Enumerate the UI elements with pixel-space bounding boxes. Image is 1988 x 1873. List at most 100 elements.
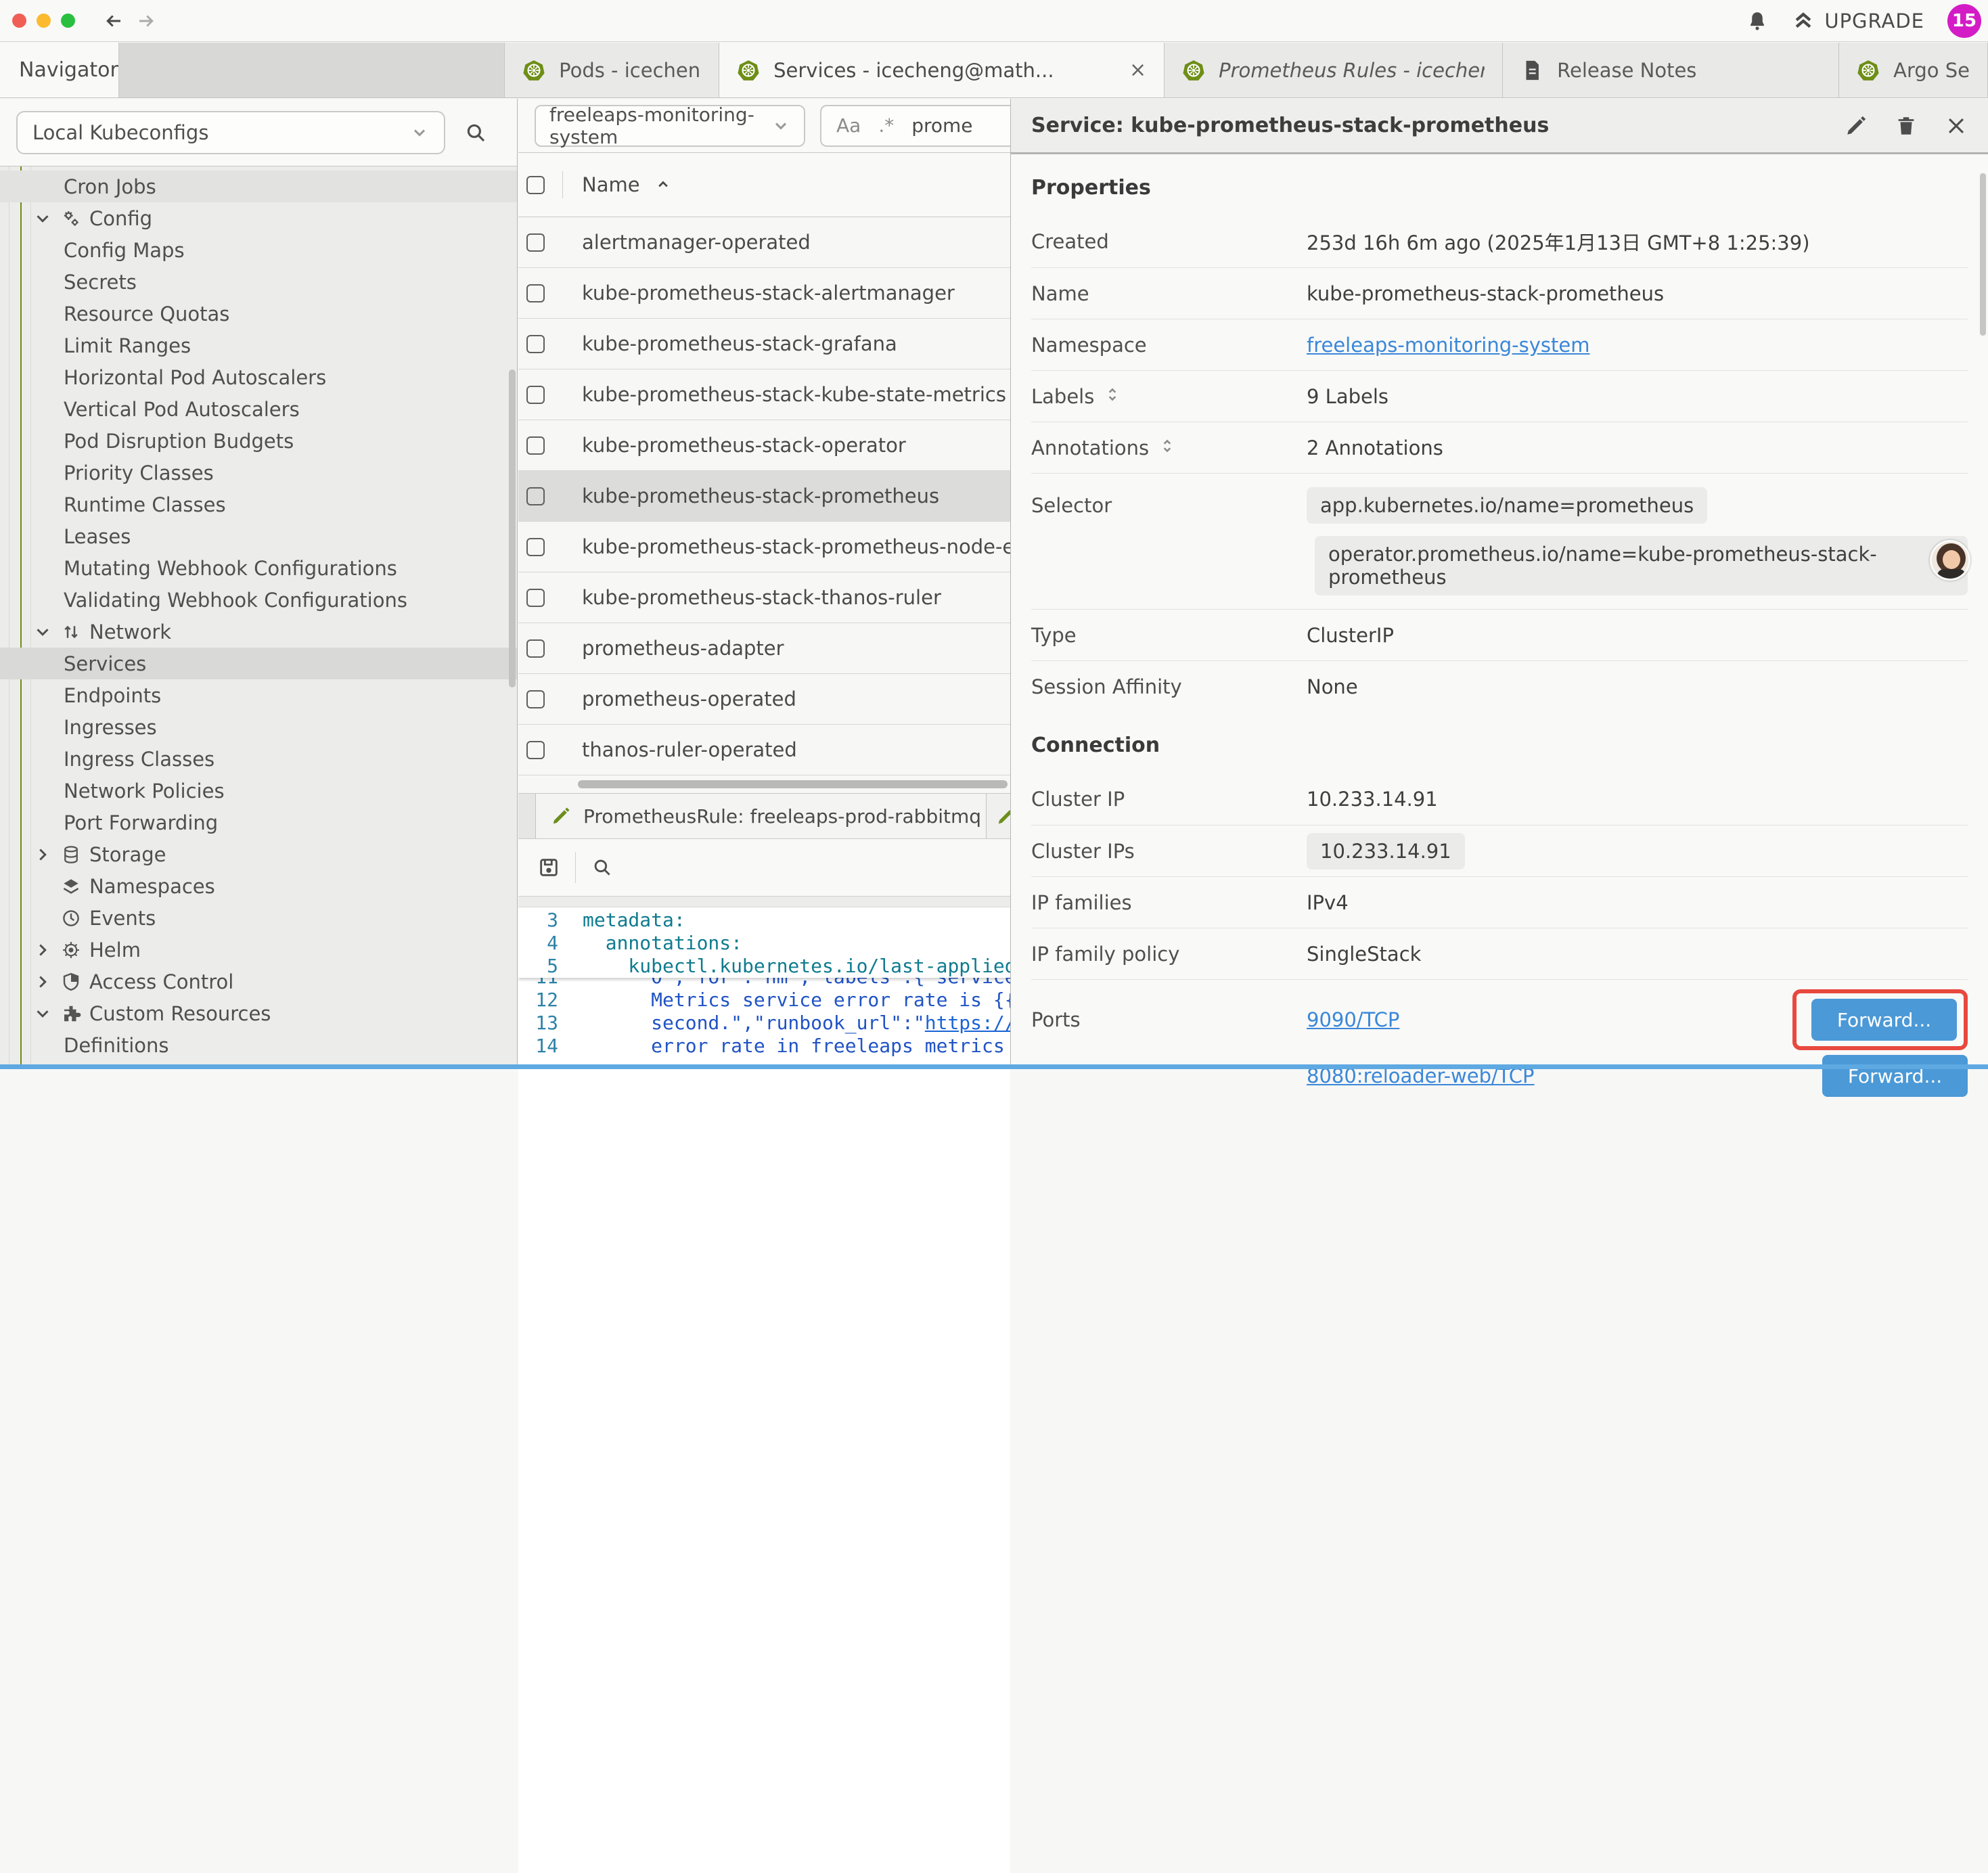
row-checkbox[interactable] xyxy=(526,233,545,252)
forward-icon[interactable] xyxy=(136,11,156,31)
kubeconfig-select[interactable]: Local Kubeconfigs xyxy=(16,111,445,154)
sidebar-item-ingress-classes[interactable]: Ingress Classes xyxy=(0,743,517,775)
sidebar-item-endpoints[interactable]: Endpoints xyxy=(0,679,517,711)
sidebar-item-custom-resources[interactable]: Custom Resources xyxy=(0,997,517,1029)
window-controls[interactable] xyxy=(12,14,75,28)
table-row-prometheus-operated[interactable]: prometheus-operated xyxy=(518,674,1010,725)
sidebar-item-definitions[interactable]: Definitions xyxy=(0,1029,517,1061)
chevron-right-icon[interactable] xyxy=(32,972,53,992)
sidebar-item-services[interactable]: Services xyxy=(0,648,517,679)
sort-updown-icon[interactable] xyxy=(1104,385,1121,408)
table-row-kube-prometheus-stack-alertmanager[interactable]: kube-prometheus-stack-alertmanager xyxy=(518,268,1010,319)
filter-input[interactable]: Aa .* prome xyxy=(820,105,1010,147)
chevron-down-icon[interactable] xyxy=(32,1003,53,1024)
chevron-right-icon[interactable] xyxy=(32,940,53,960)
forward-button[interactable]: Forward... xyxy=(1811,999,1957,1041)
row-checkbox[interactable] xyxy=(526,386,545,404)
chevron-down-icon[interactable] xyxy=(32,622,53,642)
table-row-kube-prometheus-stack-operator[interactable]: kube-prometheus-stack-operator xyxy=(518,420,1010,471)
tab-navigator[interactable]: Navigator xyxy=(0,43,119,97)
sidebar-item-limit-ranges[interactable]: Limit Ranges xyxy=(0,330,517,361)
sidebar-item-cron-jobs[interactable]: Cron Jobs xyxy=(0,171,517,202)
regex-toggle[interactable]: .* xyxy=(878,114,894,137)
tab-argo-se[interactable]: Argo Se xyxy=(1839,43,1988,97)
sidebar-item-namespaces[interactable]: Namespaces xyxy=(0,870,517,902)
close-tab-icon[interactable]: × xyxy=(1129,58,1146,82)
notification-badge[interactable]: 15 xyxy=(1947,4,1981,38)
sort-asc-icon[interactable] xyxy=(654,175,673,194)
editor-search-icon[interactable] xyxy=(591,856,614,879)
delete-icon[interactable] xyxy=(1895,114,1918,137)
sidebar-item-vertical-pod-autoscalers[interactable]: Vertical Pod Autoscalers xyxy=(0,393,517,425)
sidebar-item-network[interactable]: Network xyxy=(0,616,517,648)
sidebar-item-priority-classes[interactable]: Priority Classes xyxy=(0,457,517,489)
namespace-select[interactable]: freeleaps-monitoring-system xyxy=(535,105,805,147)
sidebar-item-ingresses[interactable]: Ingresses xyxy=(0,711,517,743)
table-row-kube-prometheus-stack-prometheus-node-expor[interactable]: kube-prometheus-stack-prometheus-node-ex… xyxy=(518,522,1010,572)
row-checkbox[interactable] xyxy=(526,690,545,708)
sidebar-item-runtime-classes[interactable]: Runtime Classes xyxy=(0,489,517,520)
sidebar-item-access-control[interactable]: Access Control xyxy=(0,966,517,997)
row-checkbox[interactable] xyxy=(526,436,545,455)
sidebar-item-network-policies[interactable]: Network Policies xyxy=(0,775,517,807)
close-icon[interactable] xyxy=(1945,114,1968,137)
row-checkbox[interactable] xyxy=(526,284,545,302)
sidebar-item-config[interactable]: Config xyxy=(0,202,517,234)
save-icon[interactable] xyxy=(537,856,560,879)
port-link-9090-tcp[interactable]: 9090/TCP xyxy=(1307,1008,1399,1031)
sidebar-item-storage[interactable]: Storage xyxy=(0,838,517,870)
hscroll-thumb[interactable] xyxy=(578,780,1008,788)
tab-prometheus-rules-icecheng[interactable]: Prometheus Rules - icecheng... xyxy=(1165,43,1503,97)
sidebar-item-validating-webhook-configurations[interactable]: Validating Webhook Configurations xyxy=(0,584,517,616)
table-row-kube-prometheus-stack-thanos-ruler[interactable]: kube-prometheus-stack-thanos-ruler xyxy=(518,572,1010,623)
name-column-header[interactable]: Name xyxy=(582,173,640,196)
chevron-right-icon[interactable] xyxy=(32,844,53,865)
tab-release-notes[interactable]: Release Notes xyxy=(1503,43,1839,97)
table-row-thanos-ruler-operated[interactable]: thanos-ruler-operated xyxy=(518,725,1010,775)
row-checkbox[interactable] xyxy=(526,538,545,556)
sidebar-scrollbar[interactable] xyxy=(509,369,516,687)
search-icon[interactable] xyxy=(464,121,487,144)
sort-updown-icon[interactable] xyxy=(1158,436,1176,459)
forward-button[interactable]: Forward... xyxy=(1822,1055,1968,1097)
row-checkbox[interactable] xyxy=(526,589,545,607)
editor-tab-prometheusrule[interactable]: PrometheusRule: freeleaps-prod-rabbitmq xyxy=(535,794,987,838)
row-checkbox[interactable] xyxy=(526,335,545,353)
bell-icon[interactable] xyxy=(1746,9,1769,32)
row-checkbox[interactable] xyxy=(526,639,545,658)
tab-services-icecheng-math[interactable]: Services - icecheng@math...× xyxy=(719,43,1165,97)
yaml-editor[interactable]: 3metadata:4 annotations:5 kubectl.kubern… xyxy=(518,907,1010,1873)
sidebar-item-resource-quotas[interactable]: Resource Quotas xyxy=(0,298,517,330)
sidebar-item-pod-disruption-budgets[interactable]: Pod Disruption Budgets xyxy=(0,425,517,457)
upgrade-button[interactable]: UPGRADE xyxy=(1792,9,1924,32)
row-checkbox[interactable] xyxy=(526,741,545,759)
back-icon[interactable] xyxy=(104,11,124,31)
sidebar-item-mutating-webhook-configurations[interactable]: Mutating Webhook Configurations xyxy=(0,552,517,584)
close-window-button[interactable] xyxy=(12,14,26,28)
editor-tab-next[interactable] xyxy=(987,794,1010,838)
table-row-kube-prometheus-stack-kube-state-metrics[interactable]: kube-prometheus-stack-kube-state-metrics xyxy=(518,369,1010,420)
namespace-link[interactable]: freeleaps-monitoring-system xyxy=(1307,334,1589,357)
table-row-alertmanager-operated[interactable]: alertmanager-operated xyxy=(518,217,1010,268)
table-row-prometheus-adapter[interactable]: prometheus-adapter xyxy=(518,623,1010,674)
sidebar-item-events[interactable]: Events xyxy=(0,902,517,934)
table-row-kube-prometheus-stack-grafana[interactable]: kube-prometheus-stack-grafana xyxy=(518,319,1010,369)
table-row-kube-prometheus-stack-prometheus[interactable]: kube-prometheus-stack-prometheus xyxy=(518,471,1010,522)
avatar[interactable] xyxy=(1930,540,1970,581)
minimize-window-button[interactable] xyxy=(37,14,51,28)
select-all-checkbox[interactable] xyxy=(526,176,545,194)
sidebar-item-config-maps[interactable]: Config Maps xyxy=(0,234,517,266)
edit-icon[interactable] xyxy=(1845,114,1868,137)
code-link[interactable]: https://net xyxy=(925,1012,1010,1034)
chevron-down-icon[interactable] xyxy=(32,208,53,229)
sidebar-item-helm[interactable]: Helm xyxy=(0,934,517,966)
row-checkbox[interactable] xyxy=(526,487,545,505)
tab-pods-icecheng-mathmas[interactable]: Pods - icecheng@mathmas... xyxy=(504,43,719,97)
sidebar-item-port-forwarding[interactable]: Port Forwarding xyxy=(0,807,517,838)
sidebar-item-leases[interactable]: Leases xyxy=(0,520,517,552)
maximize-window-button[interactable] xyxy=(61,14,75,28)
match-case-toggle[interactable]: Aa xyxy=(836,114,861,137)
sidebar-item-horizontal-pod-autoscalers[interactable]: Horizontal Pod Autoscalers xyxy=(0,361,517,393)
sidebar-item-secrets[interactable]: Secrets xyxy=(0,266,517,298)
detail-scrollbar[interactable] xyxy=(1980,173,1986,336)
